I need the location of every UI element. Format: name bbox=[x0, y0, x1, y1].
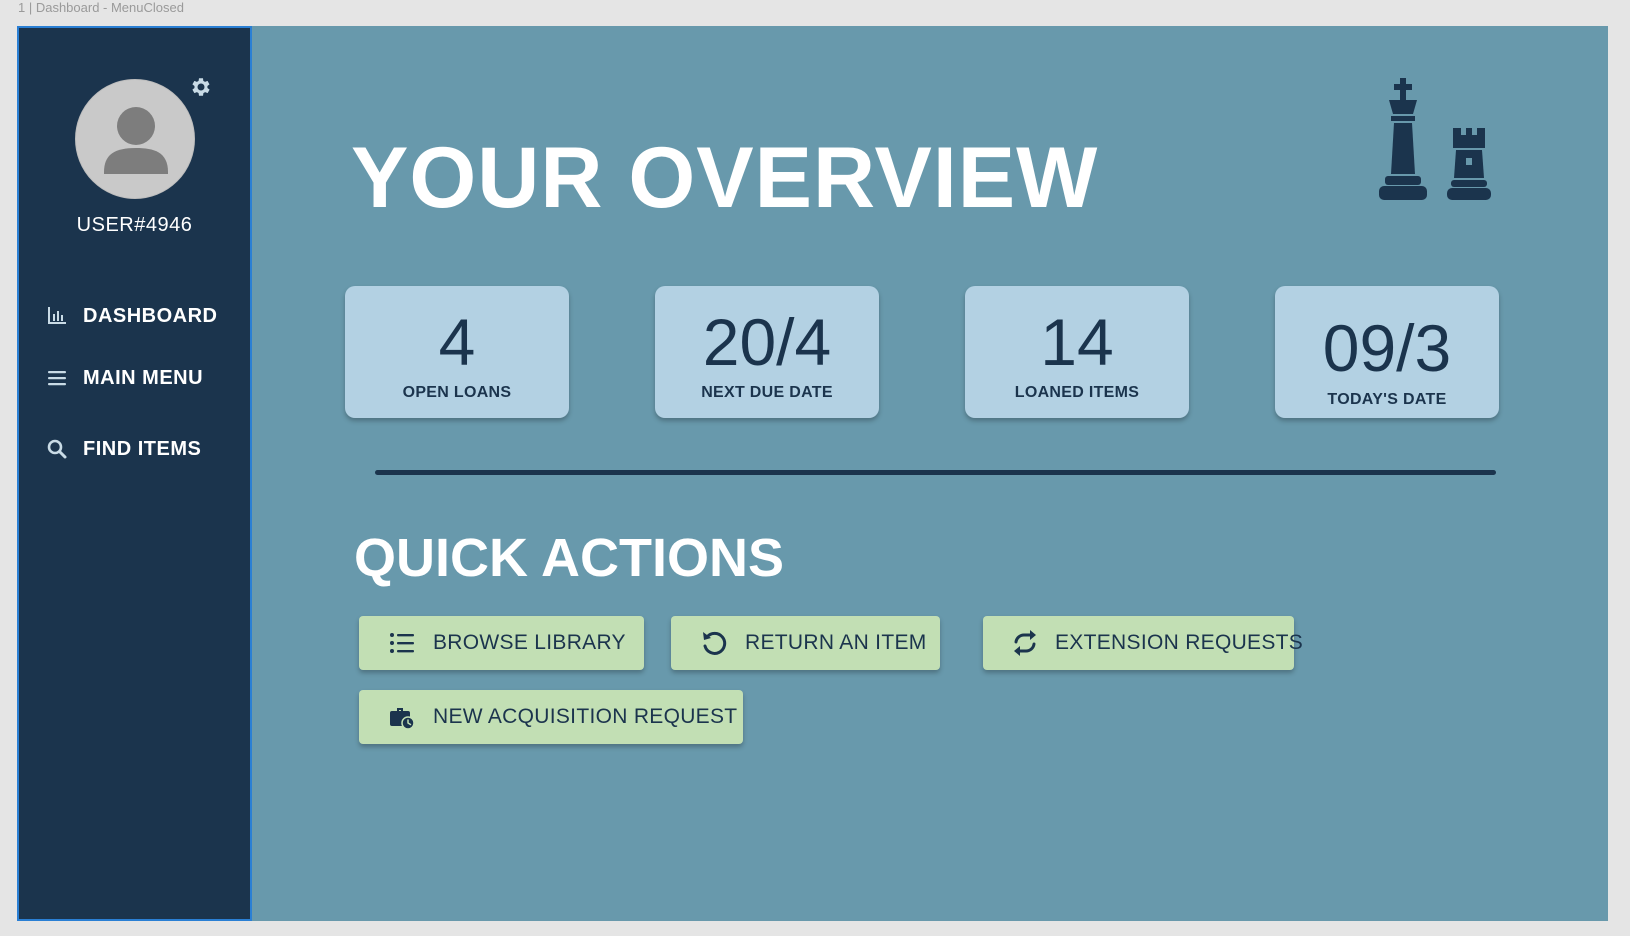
sidebar-item-label: FIND ITEMS bbox=[83, 437, 202, 460]
gear-icon[interactable] bbox=[189, 75, 213, 99]
button-label: BROWSE LIBRARY bbox=[433, 631, 626, 654]
extension-requests-button[interactable]: EXTENSION REQUESTS bbox=[983, 616, 1303, 670]
button-label: RETURN AN ITEM bbox=[745, 631, 927, 654]
stat-card-loaned-items: 14 LOANED ITEMS bbox=[965, 286, 1189, 418]
button-label: NEW ACQUISITION REQUEST bbox=[433, 705, 738, 728]
stat-value: 14 bbox=[1040, 305, 1114, 379]
stat-value: 20/4 bbox=[702, 305, 832, 379]
quick-actions-title: QUICK ACTIONS bbox=[354, 528, 784, 588]
sidebar-item-label: DASHBOARD bbox=[83, 304, 218, 327]
list-icon bbox=[387, 628, 417, 658]
sidebar-item-dashboard[interactable]: DASHBOARD bbox=[45, 300, 235, 332]
briefcase-clock-icon bbox=[387, 702, 417, 732]
stat-label: LOANED ITEMS bbox=[1014, 384, 1140, 401]
undo-icon bbox=[699, 628, 729, 658]
browse-library-button[interactable]: BROWSE LIBRARY bbox=[359, 616, 644, 670]
new-acquisition-request-button[interactable]: NEW ACQUISITION REQUEST bbox=[359, 690, 743, 744]
section-divider bbox=[375, 470, 1496, 475]
return-item-button[interactable]: RETURN AN ITEM bbox=[671, 616, 940, 670]
stat-label: TODAY'S DATE bbox=[1327, 391, 1447, 408]
stat-card-todays-date: 09/3 TODAY'S DATE bbox=[1275, 286, 1499, 418]
stat-label: OPEN LOANS bbox=[402, 384, 512, 401]
button-label: EXTENSION REQUESTS bbox=[1055, 631, 1304, 654]
sidebar-item-label: MAIN MENU bbox=[83, 366, 204, 389]
frame-label: 1 | Dashboard - MenuClosed bbox=[18, 0, 184, 15]
page-title: YOUR OVERVIEW bbox=[351, 130, 1099, 226]
stat-card-open-loans: 4 OPEN LOANS bbox=[345, 286, 569, 418]
dashboard-frame: USER#4946 DASHBOARD MAIN MENU FIND ITEMS… bbox=[17, 26, 1608, 921]
bar-chart-icon bbox=[45, 304, 69, 328]
user-avatar-icon[interactable] bbox=[75, 79, 195, 199]
hamburger-icon bbox=[45, 366, 69, 390]
repeat-icon bbox=[1011, 628, 1039, 658]
sidebar-item-main-menu[interactable]: MAIN MENU bbox=[45, 362, 235, 394]
chess-king-rook-icon bbox=[1369, 78, 1509, 218]
username: USER#4946 bbox=[76, 214, 193, 236]
stat-value: 4 bbox=[438, 305, 476, 379]
stat-value: 09/3 bbox=[1322, 311, 1452, 385]
stat-label: NEXT DUE DATE bbox=[701, 384, 833, 401]
sidebar: USER#4946 DASHBOARD MAIN MENU FIND ITEMS bbox=[17, 26, 252, 921]
search-icon bbox=[45, 437, 69, 461]
sidebar-item-find-items[interactable]: FIND ITEMS bbox=[45, 433, 235, 465]
stat-card-next-due-date: 20/4 NEXT DUE DATE bbox=[655, 286, 879, 418]
